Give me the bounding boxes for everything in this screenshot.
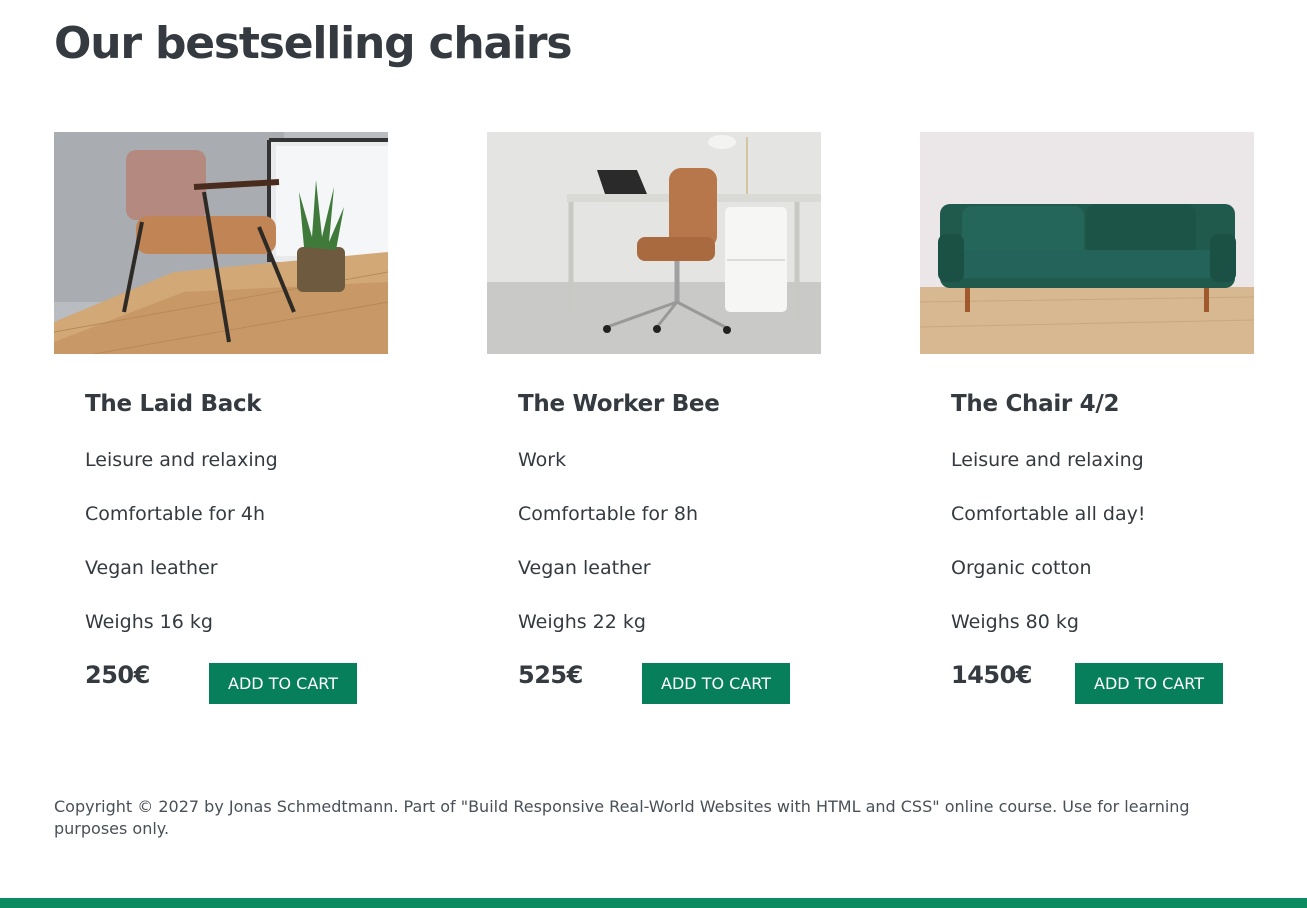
- sofa-photo: [920, 132, 1254, 354]
- chair-feature-material: Vegan leather: [518, 557, 651, 579]
- chair-feature-weight: Weighs 80 kg: [951, 611, 1079, 633]
- page-title: Our bestselling chairs: [54, 18, 573, 69]
- chair-card-laid-back: The Laid Back Leisure and relaxing Comfo…: [54, 132, 388, 704]
- add-to-cart-button[interactable]: ADD TO CART: [642, 663, 790, 704]
- chair-feature-usage: Leisure and relaxing: [951, 449, 1144, 471]
- armchair-photo: [54, 132, 388, 354]
- add-to-cart-button[interactable]: ADD TO CART: [209, 663, 357, 704]
- chair-feature-weight: Weighs 16 kg: [85, 611, 213, 633]
- chair-name: The Worker Bee: [518, 391, 720, 417]
- chair-card-worker-bee: The Worker Bee Work Comfortable for 8h V…: [487, 132, 821, 704]
- chair-feature-weight: Weighs 22 kg: [518, 611, 646, 633]
- chair-feature-material: Vegan leather: [85, 557, 218, 579]
- chair-feature-comfort: Comfortable for 4h: [85, 503, 265, 525]
- chair-price: 525€: [518, 661, 583, 689]
- chair-footer: 1450€ ADD TO CART: [951, 660, 1254, 704]
- add-to-cart-button[interactable]: ADD TO CART: [1075, 663, 1223, 704]
- copyright-text: Copyright © 2027 by Jonas Schmedtmann. P…: [54, 797, 1190, 838]
- bottom-accent-bar: [0, 898, 1307, 908]
- chair-feature-usage: Leisure and relaxing: [85, 449, 278, 471]
- chair-price: 250€: [85, 661, 150, 689]
- chair-feature-material: Organic cotton: [951, 557, 1092, 579]
- chair-name: The Laid Back: [85, 391, 262, 417]
- chair-name: The Chair 4/2: [951, 391, 1120, 417]
- chair-footer: 250€ ADD TO CART: [85, 660, 388, 704]
- office-chair-photo: [487, 132, 821, 354]
- chair-feature-usage: Work: [518, 449, 567, 471]
- chair-price: 1450€: [951, 661, 1033, 689]
- chair-footer: 525€ ADD TO CART: [518, 660, 821, 704]
- chair-feature-comfort: Comfortable for 8h: [518, 503, 698, 525]
- chair-card-chair-4-2: The Chair 4/2 Leisure and relaxing Comfo…: [920, 132, 1254, 704]
- chair-feature-comfort: Comfortable all day!: [951, 503, 1146, 525]
